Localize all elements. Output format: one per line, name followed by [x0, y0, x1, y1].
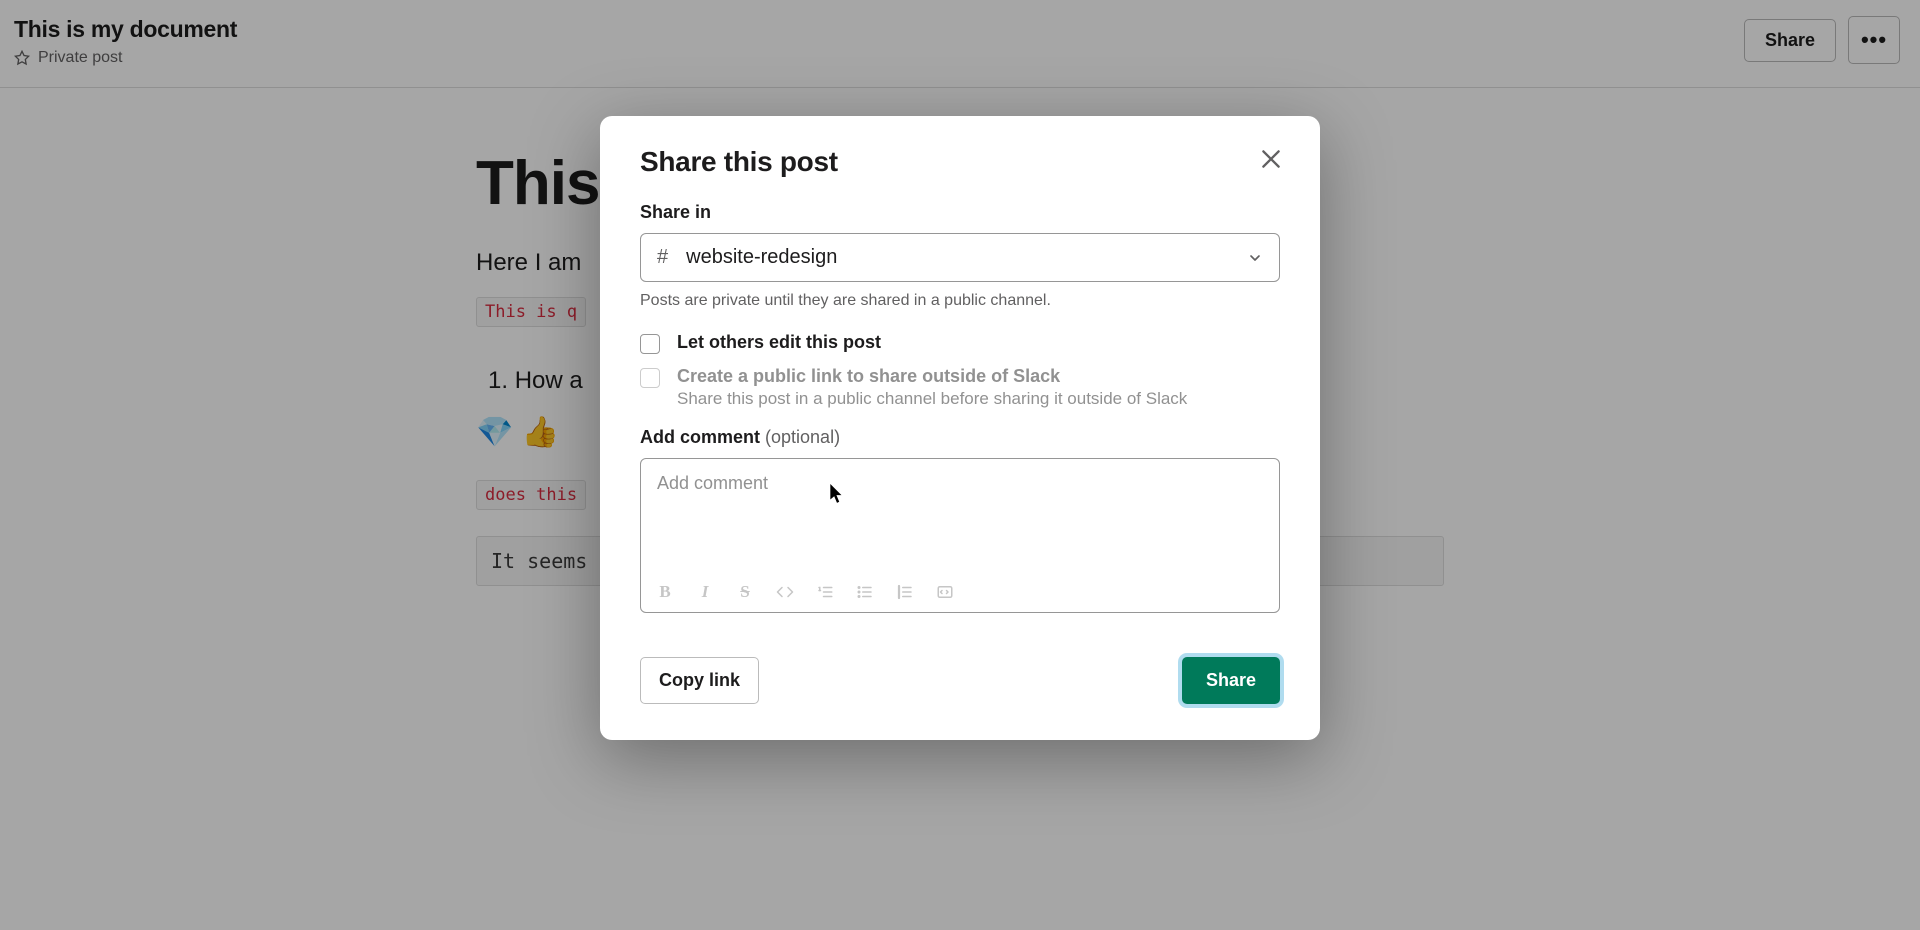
privacy-helper-text: Posts are private until they are shared … — [640, 292, 1280, 310]
edit-permission-label: Let others edit this post — [677, 332, 881, 353]
edit-permission-checkbox[interactable] — [640, 334, 660, 354]
bullet-list-icon[interactable] — [855, 582, 875, 602]
italic-icon[interactable]: I — [695, 582, 715, 602]
hash-icon: # — [657, 246, 668, 269]
public-link-row: Create a public link to share outside of… — [640, 366, 1280, 409]
public-link-label: Create a public link to share outside of… — [677, 366, 1187, 387]
code-icon[interactable] — [775, 582, 795, 602]
codeblock-icon[interactable] — [935, 582, 955, 602]
modal-title: Share this post — [640, 146, 1280, 178]
share-modal: Share this post Share in # website-redes… — [600, 116, 1320, 740]
bold-icon[interactable]: B — [655, 582, 675, 602]
close-icon[interactable] — [1258, 146, 1284, 172]
comment-input[interactable] — [641, 459, 1279, 569]
modal-footer: Copy link Share — [640, 657, 1280, 704]
format-toolbar: B I S — [641, 574, 1279, 612]
public-link-checkbox — [640, 368, 660, 388]
quote-icon[interactable] — [895, 582, 915, 602]
edit-permission-row: Let others edit this post — [640, 332, 1280, 354]
selected-channel-name: website-redesign — [686, 246, 837, 269]
ordered-list-icon[interactable] — [815, 582, 835, 602]
share-in-label: Share in — [640, 202, 1280, 223]
public-link-sublabel: Share this post in a public channel befo… — [677, 389, 1187, 409]
comment-label: Add comment (optional) — [640, 427, 1280, 448]
copy-link-button[interactable]: Copy link — [640, 657, 759, 704]
share-button[interactable]: Share — [1182, 657, 1280, 704]
strikethrough-icon[interactable]: S — [735, 582, 755, 602]
comment-box: B I S — [640, 458, 1280, 613]
channel-select[interactable]: # website-redesign — [640, 233, 1280, 282]
chevron-down-icon — [1247, 250, 1263, 266]
modal-overlay: Share this post Share in # website-redes… — [0, 0, 1920, 930]
